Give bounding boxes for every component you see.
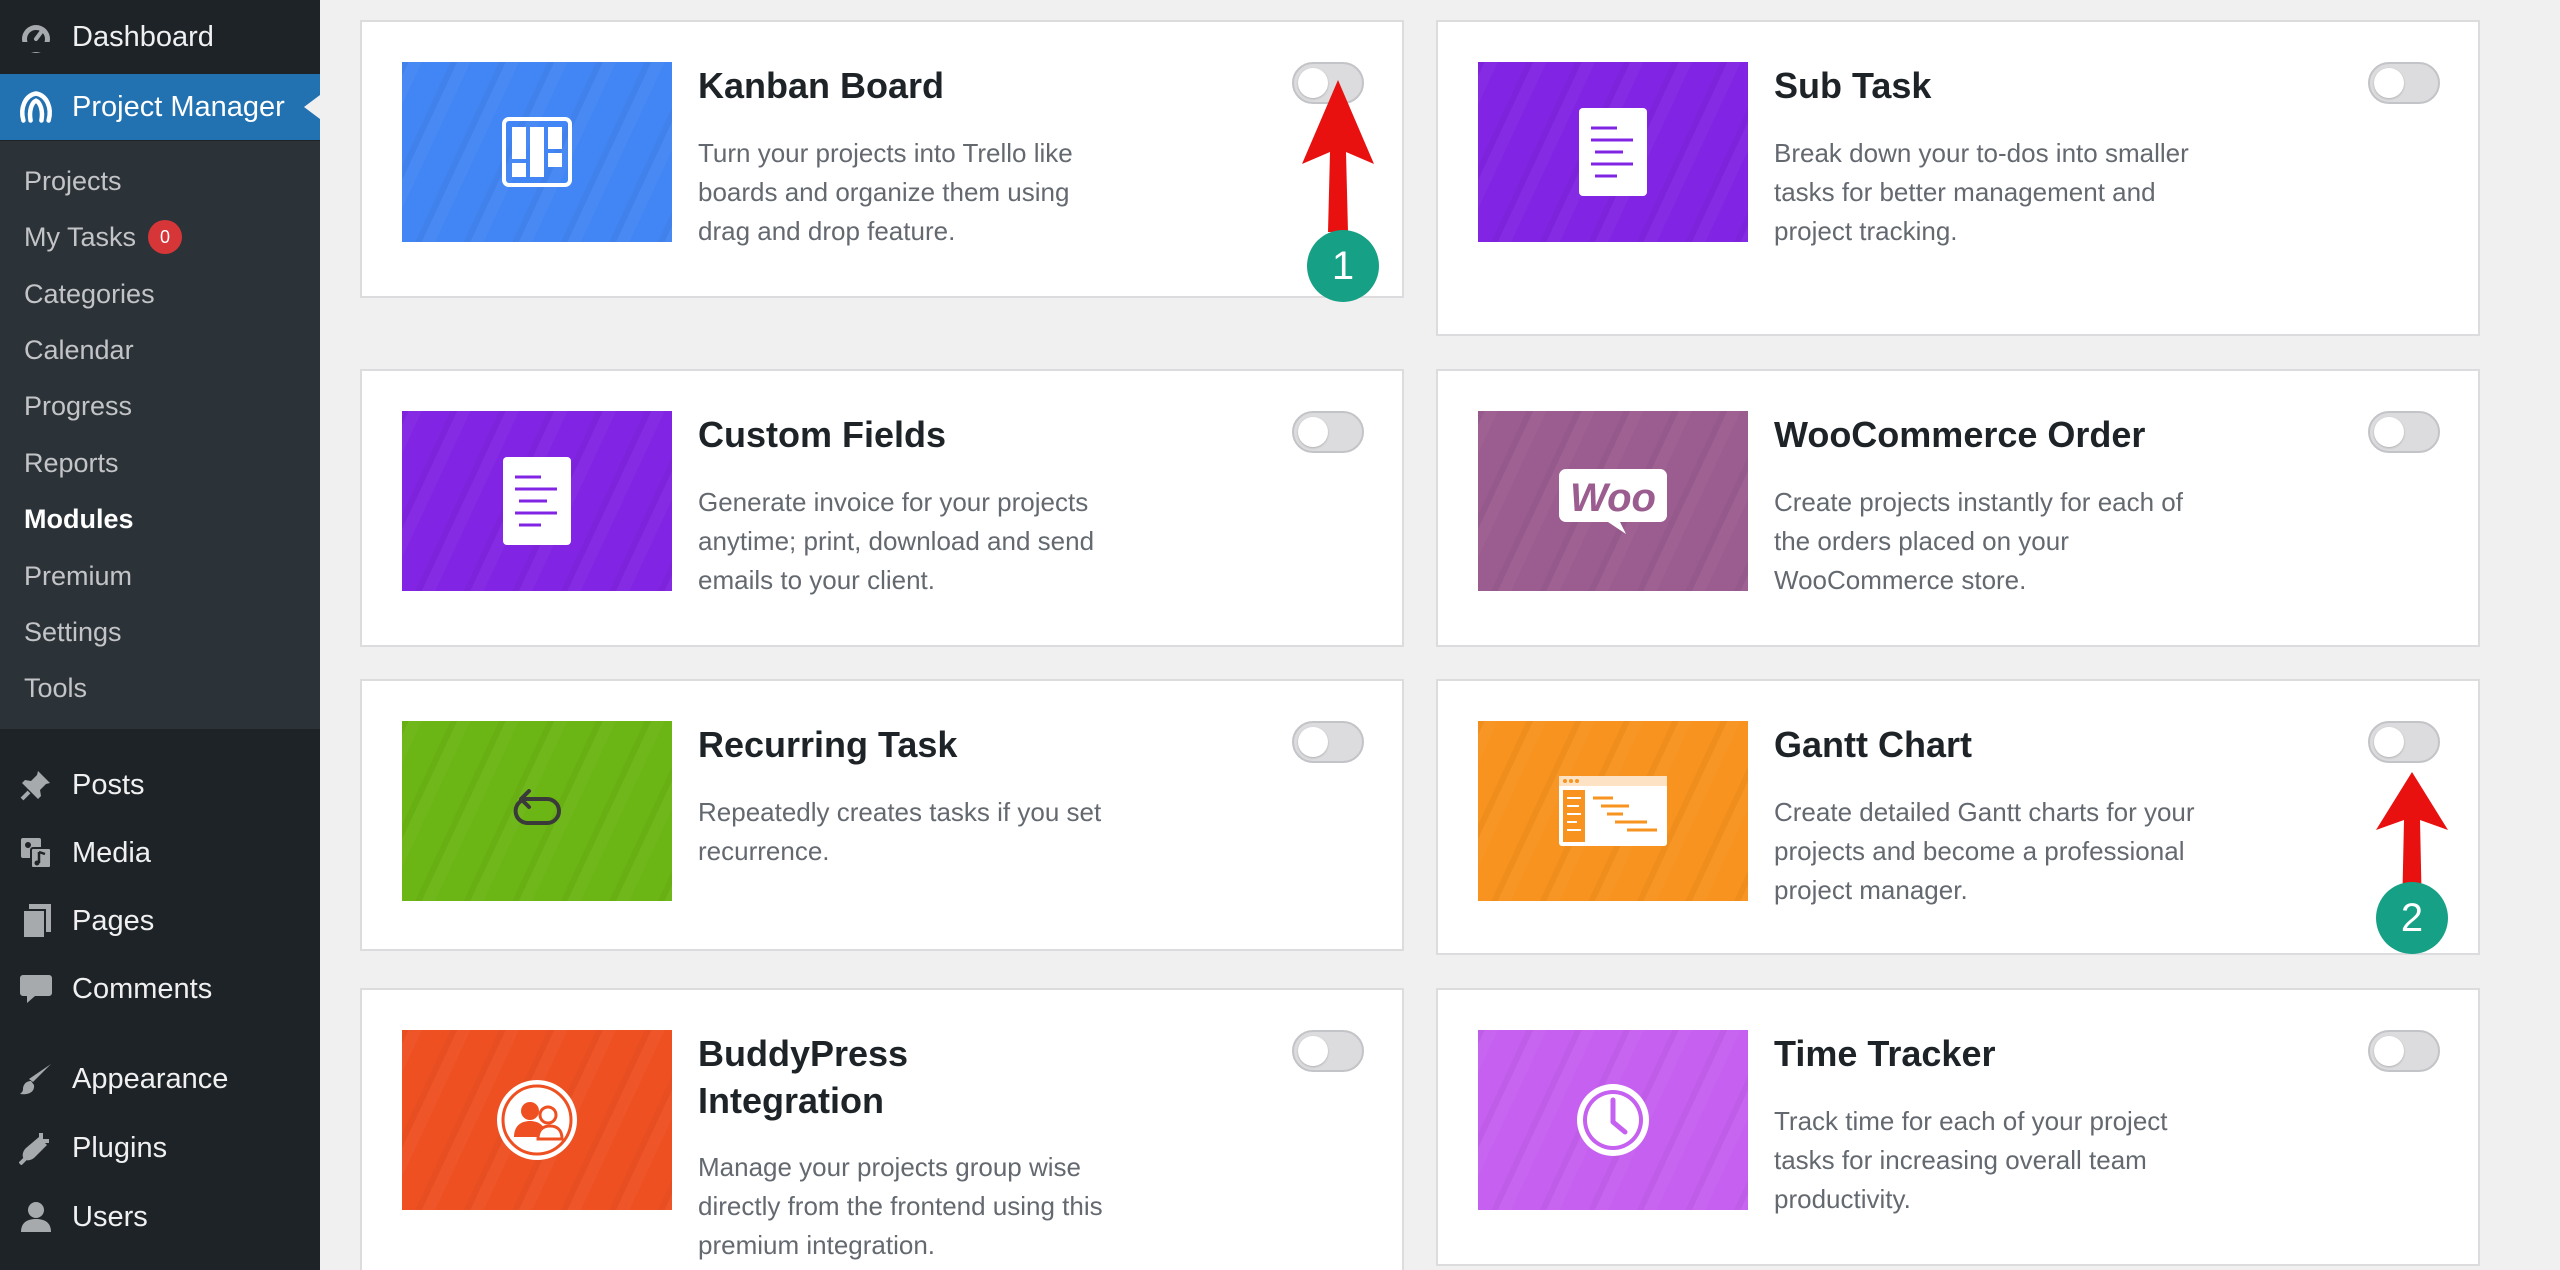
menu-item-dashboard[interactable]: Dashboard <box>0 4 320 70</box>
module-toggle-time-tracker[interactable] <box>2368 1030 2440 1072</box>
module-thumbnail: Woo <box>1478 411 1748 591</box>
module-thumbnail <box>1478 721 1748 901</box>
menu-item-pages[interactable]: Pages <box>0 888 320 954</box>
module-description: Track time for each of your project task… <box>1774 1106 2168 1214</box>
toggle-knob <box>2374 727 2404 757</box>
project-manager-logo-icon <box>18 89 54 125</box>
module-title: Sub Task <box>1774 65 1932 106</box>
module-title: Kanban Board <box>698 65 945 106</box>
module-thumbnail <box>402 411 672 591</box>
module-toggle-custom-fields[interactable] <box>1292 411 1364 453</box>
task-count-badge: 0 <box>148 220 183 254</box>
submenu-item-tools[interactable]: Tools <box>24 668 87 708</box>
menu-label: Pages <box>72 904 155 937</box>
module-card-time-tracker: Time Tracker Track time for each of your… <box>1436 988 2480 1266</box>
module-description: Generate invoice for your projects anyti… <box>698 487 1095 595</box>
group-users-icon <box>497 1080 577 1160</box>
menu-label: Users <box>72 1200 148 1233</box>
module-card-buddypress-integration: BuddyPress Integration Manage your proje… <box>360 988 1404 1270</box>
module-card-woocommerce-order: Woo WooCommerce Order Create projects in… <box>1436 369 2480 647</box>
module-title: Time Tracker <box>1774 1033 1996 1074</box>
project-manager-submenu: Projects My Tasks 0 Categories Calendar P… <box>0 141 320 729</box>
recurring-icon <box>513 789 561 825</box>
module-title: Gantt Chart <box>1774 724 1972 765</box>
woo-logo-icon: Woo <box>1559 469 1667 534</box>
menu-label: Plugins <box>72 1131 168 1164</box>
kanban-icon <box>502 117 572 187</box>
module-title: WooCommerce Order <box>1774 414 2146 455</box>
module-toggle-sub-task[interactable] <box>2368 62 2440 104</box>
submenu-item-calendar[interactable]: Calendar <box>24 330 134 370</box>
menu-label: Posts <box>72 768 145 801</box>
admin-sidebar: Dashboard Project Manager Projects My Ta… <box>0 0 320 1270</box>
toggle-knob <box>2374 68 2404 98</box>
module-title: BuddyPress Integration <box>698 1033 909 1121</box>
plug-icon <box>18 1130 54 1166</box>
module-thumbnail <box>402 1030 672 1210</box>
submenu-item-projects[interactable]: Projects <box>24 161 122 201</box>
annotation-arrow-1 <box>1302 80 1374 232</box>
menu-label: Project Manager <box>72 90 285 123</box>
annotation-step-badge-2: 2 <box>2376 882 2448 954</box>
menu-item-appearance[interactable]: Appearance <box>0 1046 320 1112</box>
module-card-custom-fields: Custom Fields Generate invoice for your … <box>360 369 1404 647</box>
pin-icon <box>18 767 54 803</box>
menu-item-plugins[interactable]: Plugins <box>0 1115 320 1181</box>
menu-label: Appearance <box>72 1062 229 1095</box>
module-description: Break down your to-dos into smaller task… <box>1774 138 2189 246</box>
submenu-item-settings[interactable]: Settings <box>24 612 122 652</box>
gantt-chart-icon <box>1559 776 1667 846</box>
submenu-item-premium[interactable]: Premium <box>24 556 132 596</box>
module-toggle-recurring-task[interactable] <box>1292 721 1364 763</box>
module-description: Create projects instantly for each of th… <box>1774 487 2183 595</box>
annotation-step-badge-1: 1 <box>1307 230 1379 302</box>
module-thumbnail <box>1478 62 1748 242</box>
module-thumbnail <box>402 721 672 901</box>
brush-icon <box>18 1061 54 1097</box>
module-toggle-buddypress-integration[interactable] <box>1292 1030 1364 1072</box>
submenu-item-modules[interactable]: Modules <box>24 499 134 539</box>
menu-item-users[interactable]: Users <box>0 1184 320 1250</box>
module-card-gantt-chart: Gantt Chart Create detailed Gantt charts… <box>1436 679 2480 955</box>
module-description: Repeatedly creates tasks if you set recu… <box>698 797 1102 866</box>
module-title: Recurring Task <box>698 724 958 765</box>
menu-label: Dashboard <box>72 20 214 53</box>
menu-item-media[interactable]: Media <box>0 820 320 886</box>
submenu-item-progress[interactable]: Progress <box>24 386 132 426</box>
dashboard-icon <box>18 19 54 55</box>
toggle-knob <box>1298 727 1328 757</box>
module-card-recurring-task: Recurring Task Repeatedly creates tasks … <box>360 679 1404 951</box>
module-description: Create detailed Gantt charts for your pr… <box>1774 797 2195 905</box>
menu-item-comments[interactable]: Comments <box>0 956 320 1022</box>
comment-icon <box>18 971 54 1007</box>
menu-label: Comments <box>72 972 213 1005</box>
toggle-knob <box>1298 417 1328 447</box>
submenu-item-my-tasks[interactable]: My Tasks 0 <box>24 217 183 257</box>
clock-icon <box>1577 1084 1649 1156</box>
submenu-item-reports[interactable]: Reports <box>24 443 119 483</box>
menu-item-posts[interactable]: Posts <box>0 752 320 818</box>
module-description: Manage your projects group wise directly… <box>698 1152 1103 1260</box>
document-icon <box>503 457 571 545</box>
svg-text:Woo: Woo <box>1570 476 1656 520</box>
module-toggle-woocommerce-order[interactable] <box>2368 411 2440 453</box>
menu-label: Media <box>72 836 151 869</box>
module-card-sub-task: Sub Task Break down your to-dos into sma… <box>1436 20 2480 336</box>
module-title: Custom Fields <box>698 414 947 455</box>
toggle-knob <box>1298 1036 1328 1066</box>
module-thumbnail <box>1478 1030 1748 1210</box>
module-toggle-gantt-chart[interactable] <box>2368 721 2440 763</box>
module-description: Turn your projects into Trello like boar… <box>698 138 1073 246</box>
pages-icon <box>18 903 54 939</box>
module-card-kanban-board: Kanban Board Turn your projects into Tre… <box>360 20 1404 298</box>
toggle-knob <box>2374 1036 2404 1066</box>
toggle-knob <box>2374 417 2404 447</box>
document-icon <box>1579 108 1647 196</box>
submenu-item-categories[interactable]: Categories <box>24 274 155 314</box>
user-icon <box>18 1199 54 1235</box>
menu-item-project-manager[interactable]: Project Manager <box>0 74 320 140</box>
module-thumbnail <box>402 62 672 242</box>
media-icon <box>18 835 54 871</box>
